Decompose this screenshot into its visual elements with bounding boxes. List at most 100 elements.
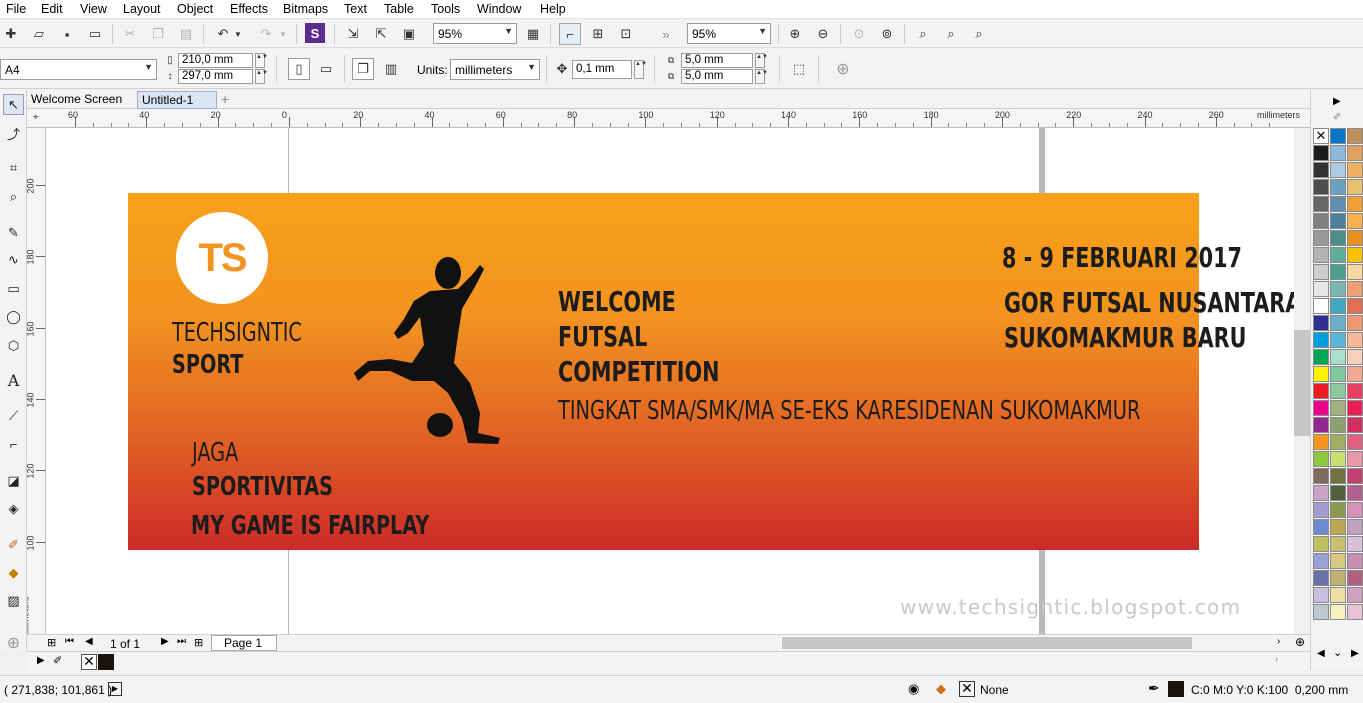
- duplicate-distance-x-field[interactable]: 5,0 mm: [681, 53, 753, 68]
- width-spinner[interactable]: ▲▼: [255, 53, 268, 68]
- dup-x-spinner[interactable]: ▲▼: [755, 53, 768, 68]
- palette-swatch[interactable]: [1330, 162, 1346, 178]
- palette-swatch[interactable]: [1313, 570, 1329, 586]
- palette-swatch[interactable]: [1330, 400, 1346, 416]
- no-color-swatch[interactable]: ✕: [81, 654, 97, 670]
- palette-swatch[interactable]: [1330, 417, 1346, 433]
- palette-swatch[interactable]: [1347, 332, 1363, 348]
- units-combo[interactable]: millimeters ▼: [450, 59, 540, 80]
- palette-swatch[interactable]: [1347, 519, 1363, 535]
- palette-swatch[interactable]: [1347, 383, 1363, 399]
- palette-next-icon[interactable]: ▶: [1351, 648, 1359, 659]
- first-page-icon[interactable]: ⏮: [65, 636, 74, 647]
- nudge-spinner[interactable]: ▲▼: [634, 60, 647, 79]
- tab-welcome-screen[interactable]: Welcome Screen: [27, 91, 137, 109]
- palette-swatch[interactable]: [1313, 519, 1329, 535]
- drawing-canvas[interactable]: TS TECHSIGNTIC SPORT WELCOME FUTSAL COMP…: [46, 128, 1294, 634]
- palette-swatch[interactable]: [1347, 553, 1363, 569]
- interactive-fill-icon[interactable]: ◆: [3, 562, 24, 583]
- palette-flyout-icon[interactable]: ▶: [1333, 96, 1341, 107]
- palette-swatch[interactable]: [1347, 315, 1363, 331]
- redo-icon[interactable]: ↷: [255, 23, 277, 45]
- paste-icon[interactable]: ▤: [175, 23, 197, 45]
- palette-swatch[interactable]: [1313, 247, 1329, 263]
- new-tab-plus-icon[interactable]: +: [217, 91, 237, 109]
- zoom-navigator-icon[interactable]: ⊕: [1295, 635, 1305, 649]
- palette-swatch[interactable]: [1347, 502, 1363, 518]
- zoom-all-objects-icon[interactable]: ⊚: [876, 23, 898, 45]
- brand-line-1[interactable]: TECHSIGNTIC: [172, 318, 302, 348]
- corel-connect-icon[interactable]: S: [305, 23, 325, 43]
- palette-swatch[interactable]: [1313, 281, 1329, 297]
- palette-swatch[interactable]: [1330, 281, 1346, 297]
- slogan-line-2[interactable]: SPORTIVITAS: [192, 472, 333, 502]
- palette-swatch[interactable]: [1313, 587, 1329, 603]
- event-date[interactable]: 8 - 9 FEBRUARI 2017: [1002, 241, 1242, 274]
- palette-swatch[interactable]: [1313, 332, 1329, 348]
- menu-object[interactable]: Object: [177, 2, 213, 16]
- tab-untitled-1[interactable]: Untitled-1: [137, 91, 217, 109]
- import-icon[interactable]: ⇲: [342, 23, 364, 45]
- palette-swatch[interactable]: [1347, 281, 1363, 297]
- palette-swatch[interactable]: [1313, 366, 1329, 382]
- print-icon[interactable]: ▭: [84, 23, 106, 45]
- connector-tool-icon[interactable]: ⌐: [3, 434, 24, 455]
- palette-swatch[interactable]: [1347, 162, 1363, 178]
- palette-swatch[interactable]: [1330, 332, 1346, 348]
- prev-page-icon[interactable]: ◀: [85, 636, 93, 647]
- palette-swatch[interactable]: [1330, 315, 1346, 331]
- show-rulers-icon[interactable]: ⌐: [559, 23, 581, 45]
- snap-to-icon[interactable]: ⊡: [615, 23, 637, 45]
- palette-swatch[interactable]: [1330, 553, 1346, 569]
- palette-swatch[interactable]: [1313, 536, 1329, 552]
- fill-bucket-icon[interactable]: ◆: [936, 681, 946, 697]
- transparency-tool-icon[interactable]: ◈: [3, 498, 24, 519]
- palette-swatch[interactable]: [1330, 502, 1346, 518]
- palette-swatch[interactable]: [1330, 434, 1346, 450]
- slogan-line-3[interactable]: MY GAME IS FAIRPLAY: [191, 511, 429, 541]
- ellipse-tool-icon[interactable]: ◯: [3, 306, 24, 327]
- save-icon[interactable]: ▪: [56, 23, 78, 45]
- publish-pdf-icon[interactable]: ▣: [398, 23, 420, 45]
- palette-swatch[interactable]: [1330, 570, 1346, 586]
- zoom-selected-icon[interactable]: ⊙: [848, 23, 870, 45]
- palette-swatch[interactable]: [1347, 570, 1363, 586]
- cut-icon[interactable]: ✂: [119, 23, 141, 45]
- palette-prev-icon[interactable]: ◀: [1317, 648, 1325, 659]
- vertical-scroll-thumb[interactable]: [1294, 330, 1310, 436]
- palette-swatch[interactable]: [1347, 349, 1363, 365]
- palette-swatch[interactable]: [1330, 604, 1346, 620]
- next-page-icon[interactable]: ▶: [161, 636, 169, 647]
- palette-swatch[interactable]: [1313, 213, 1329, 229]
- freehand-tool-icon[interactable]: ✎: [3, 222, 24, 243]
- venue-line-2[interactable]: SUKOMAKMUR BARU: [1004, 321, 1246, 354]
- undo-icon[interactable]: ↶: [212, 23, 234, 45]
- palette-swatch[interactable]: [1330, 536, 1346, 552]
- page-height-field[interactable]: 297,0 mm: [178, 69, 253, 84]
- palette-swatch[interactable]: [1330, 128, 1346, 144]
- show-grid-icon[interactable]: ⊞: [587, 23, 609, 45]
- zoom-tool-icon[interactable]: ⌕: [3, 186, 24, 207]
- palette-swatch[interactable]: [1347, 485, 1363, 501]
- polygon-tool-icon[interactable]: ⬡: [3, 335, 24, 356]
- palette-swatch[interactable]: [1347, 587, 1363, 603]
- nudge-distance-field[interactable]: 0,1 mm: [572, 60, 632, 79]
- palette-swatch[interactable]: [1347, 366, 1363, 382]
- horizontal-scroll-thumb[interactable]: [782, 637, 1192, 649]
- palette-swatch[interactable]: [1313, 383, 1329, 399]
- palette-swatch[interactable]: [1313, 264, 1329, 280]
- palette-swatch[interactable]: [1313, 451, 1329, 467]
- smart-fill-icon[interactable]: ▨: [3, 590, 24, 611]
- menu-text[interactable]: Text: [344, 2, 367, 16]
- palette-swatch[interactable]: [1347, 298, 1363, 314]
- menu-help[interactable]: Help: [540, 2, 566, 16]
- zoom-page-width-icon[interactable]: ⌕: [940, 23, 962, 45]
- ruler-origin-icon[interactable]: ⌖: [33, 112, 39, 123]
- palette-arrow-icon[interactable]: ▶: [37, 655, 45, 666]
- zoom-level-combo[interactable]: 95% ▼: [433, 23, 517, 44]
- palette-swatch[interactable]: [1347, 230, 1363, 246]
- shape-tool-icon[interactable]: ⤴: [3, 123, 24, 144]
- palette-swatch[interactable]: [1347, 451, 1363, 467]
- palette-swatch[interactable]: [1330, 587, 1346, 603]
- zoom-in-icon[interactable]: ⊕: [784, 23, 806, 45]
